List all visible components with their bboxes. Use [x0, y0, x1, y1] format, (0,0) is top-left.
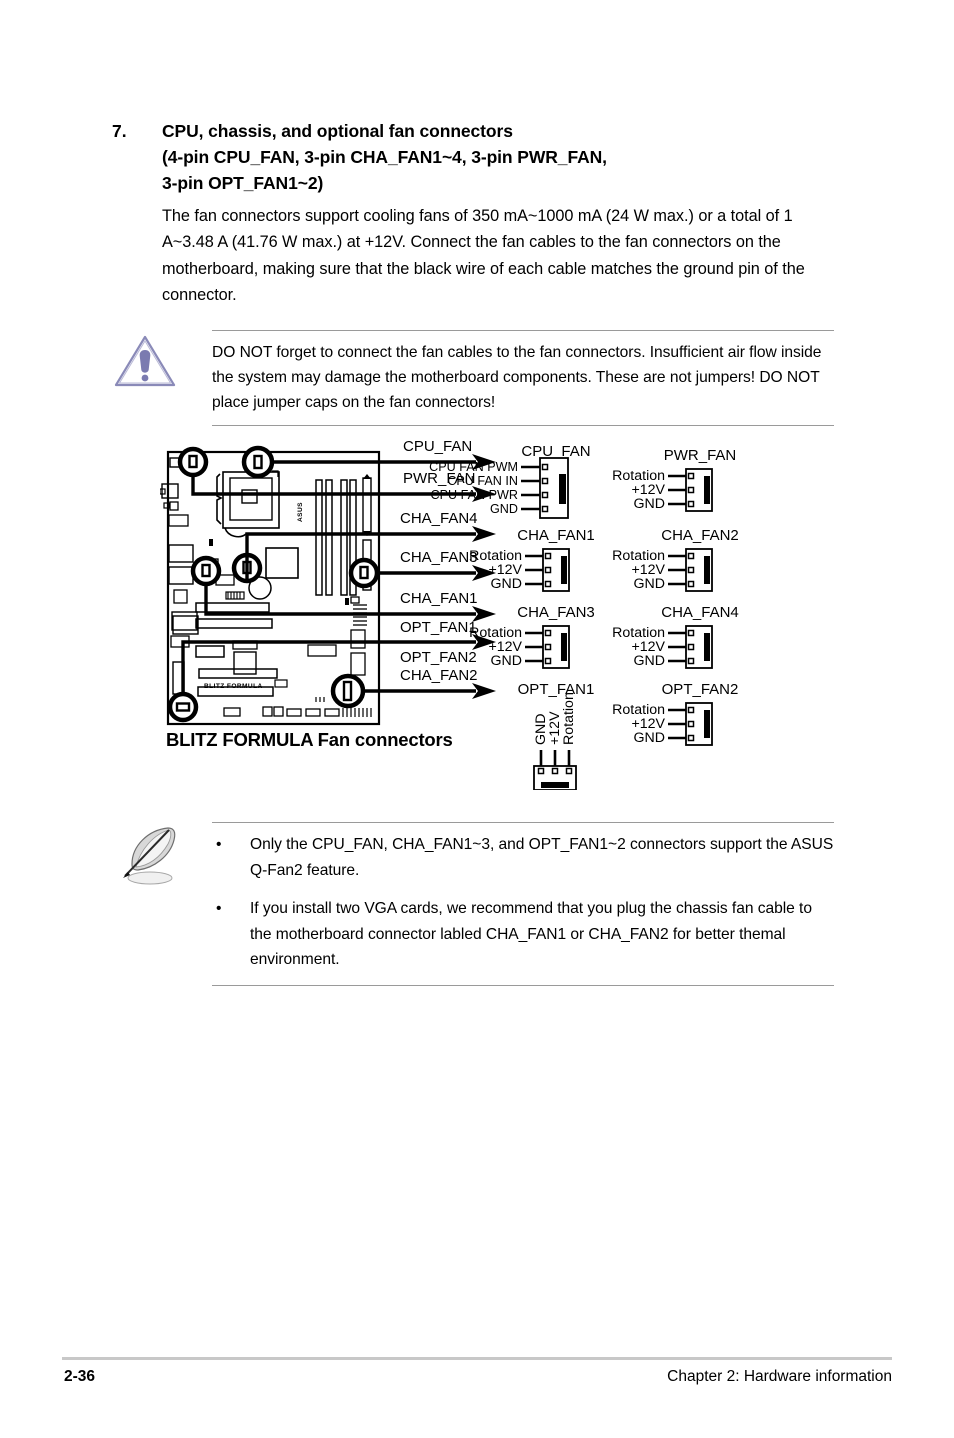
- callout-arrow-cha-fan2: CHA_FAN2: [400, 667, 496, 699]
- callout-rule-bottom: [212, 425, 834, 426]
- note-bullet-list: • Only the CPU_FAN, CHA_FAN1~3, and OPT_…: [212, 832, 834, 973]
- pin-label: Rotation: [561, 692, 577, 745]
- connector-title: OPT_FAN1: [518, 681, 595, 698]
- section-title-line-1: CPU, chassis, and optional fan connector…: [162, 121, 513, 141]
- pin-label: CPU FAN PWM: [429, 460, 518, 474]
- connector-title: CHA_FAN4: [661, 604, 739, 621]
- connector-title: PWR_FAN: [664, 447, 737, 464]
- connector-opt-fan1: OPT_FAN1 GND +12V Rotation: [518, 681, 595, 790]
- bullet-marker: •: [216, 836, 222, 853]
- connector-title: CHA_FAN1: [517, 527, 595, 544]
- section-title-line-3: 3-pin OPT_FAN1~2): [162, 173, 324, 193]
- pin-label: GND: [633, 576, 665, 592]
- callout-label: OPT_FAN1: [400, 619, 477, 636]
- connector-title: OPT_FAN2: [662, 681, 739, 698]
- list-item: • If you install two VGA cards, we recom…: [212, 896, 834, 973]
- warning-triangle-icon: [110, 331, 180, 393]
- warning-callout: DO NOT forget to connect the fan cables …: [212, 330, 834, 426]
- pin-label: GND: [490, 653, 522, 669]
- warning-text: DO NOT forget to connect the fan cables …: [212, 344, 822, 411]
- pin-label: GND: [490, 502, 518, 516]
- callout-label: CPU_FAN: [403, 440, 472, 455]
- pin-label: GND: [490, 576, 522, 592]
- note-pencil-icon: [114, 820, 186, 890]
- list-item-text: Only the CPU_FAN, CHA_FAN1~3, and OPT_FA…: [250, 836, 834, 879]
- footer-page-number: 2-36: [64, 1368, 96, 1385]
- pin-label: CPU FAN IN: [447, 474, 518, 488]
- note-callout: • Only the CPU_FAN, CHA_FAN1~3, and OPT_…: [212, 822, 834, 986]
- callout-label: CHA_FAN3: [400, 549, 478, 566]
- callout-label: CHA_FAN2: [400, 667, 478, 684]
- callout-rule-bottom: [212, 984, 834, 986]
- section-number: 7.: [112, 121, 127, 141]
- pin-label: GND: [633, 653, 665, 669]
- list-item: • Only the CPU_FAN, CHA_FAN1~3, and OPT_…: [212, 832, 834, 883]
- connector-title: CHA_FAN3: [517, 604, 595, 621]
- callout-arrow-cha-fan1: CHA_FAN1: [400, 590, 496, 622]
- connector-title: CHA_FAN2: [661, 527, 739, 544]
- footer-divider: [62, 1357, 892, 1360]
- section-title: CPU, chassis, and optional fan connector…: [162, 118, 852, 196]
- list-item-text: If you install two VGA cards, we recomme…: [250, 900, 812, 968]
- connector-opt-fan2: OPT_FAN2 Rotation +12V GND: [612, 681, 738, 746]
- callout-label: CHA_FAN1: [400, 590, 478, 607]
- manual-page: 7. CPU, chassis, and optional fan connec…: [0, 0, 954, 1438]
- figure-caption: BLITZ FORMULA Fan connectors: [166, 729, 453, 750]
- callout-label-opt-fan2: OPT_FAN2: [400, 649, 477, 666]
- footer-chapter: Chapter 2: Hardware information: [667, 1368, 892, 1385]
- pin-label: CPU FAN PWR: [431, 488, 518, 502]
- section-title-line-2: (4-pin CPU_FAN, 3-pin CHA_FAN1~4, 3-pin …: [162, 147, 607, 167]
- section-paragraph: The fan connectors support cooling fans …: [162, 207, 805, 305]
- callout-arrow-cha-fan4: CHA_FAN4: [400, 510, 496, 542]
- bullet-marker: •: [216, 900, 222, 917]
- board-brand: ASUS: [297, 502, 304, 522]
- pin-label: GND: [633, 496, 665, 512]
- board-model: BLITZ FORMULA: [204, 683, 263, 690]
- connector-cha-fan2: CHA_FAN2 Rotation +12V GND: [612, 527, 739, 592]
- connector-cha-fan1: CHA_FAN1 Rotation +12V GND: [469, 527, 595, 592]
- section-heading: 7. CPU, chassis, and optional fan connec…: [112, 118, 852, 196]
- pin-label: GND: [633, 730, 665, 746]
- motherboard-illustration: ASUS BLITZ FORMULA: [160, 445, 400, 726]
- connector-pwr-fan: PWR_FAN Rotation +12V GND: [612, 447, 736, 512]
- connector-cha-fan4: CHA_FAN4 Rotation +12V GND: [612, 604, 739, 669]
- callout-label: CHA_FAN4: [400, 510, 478, 527]
